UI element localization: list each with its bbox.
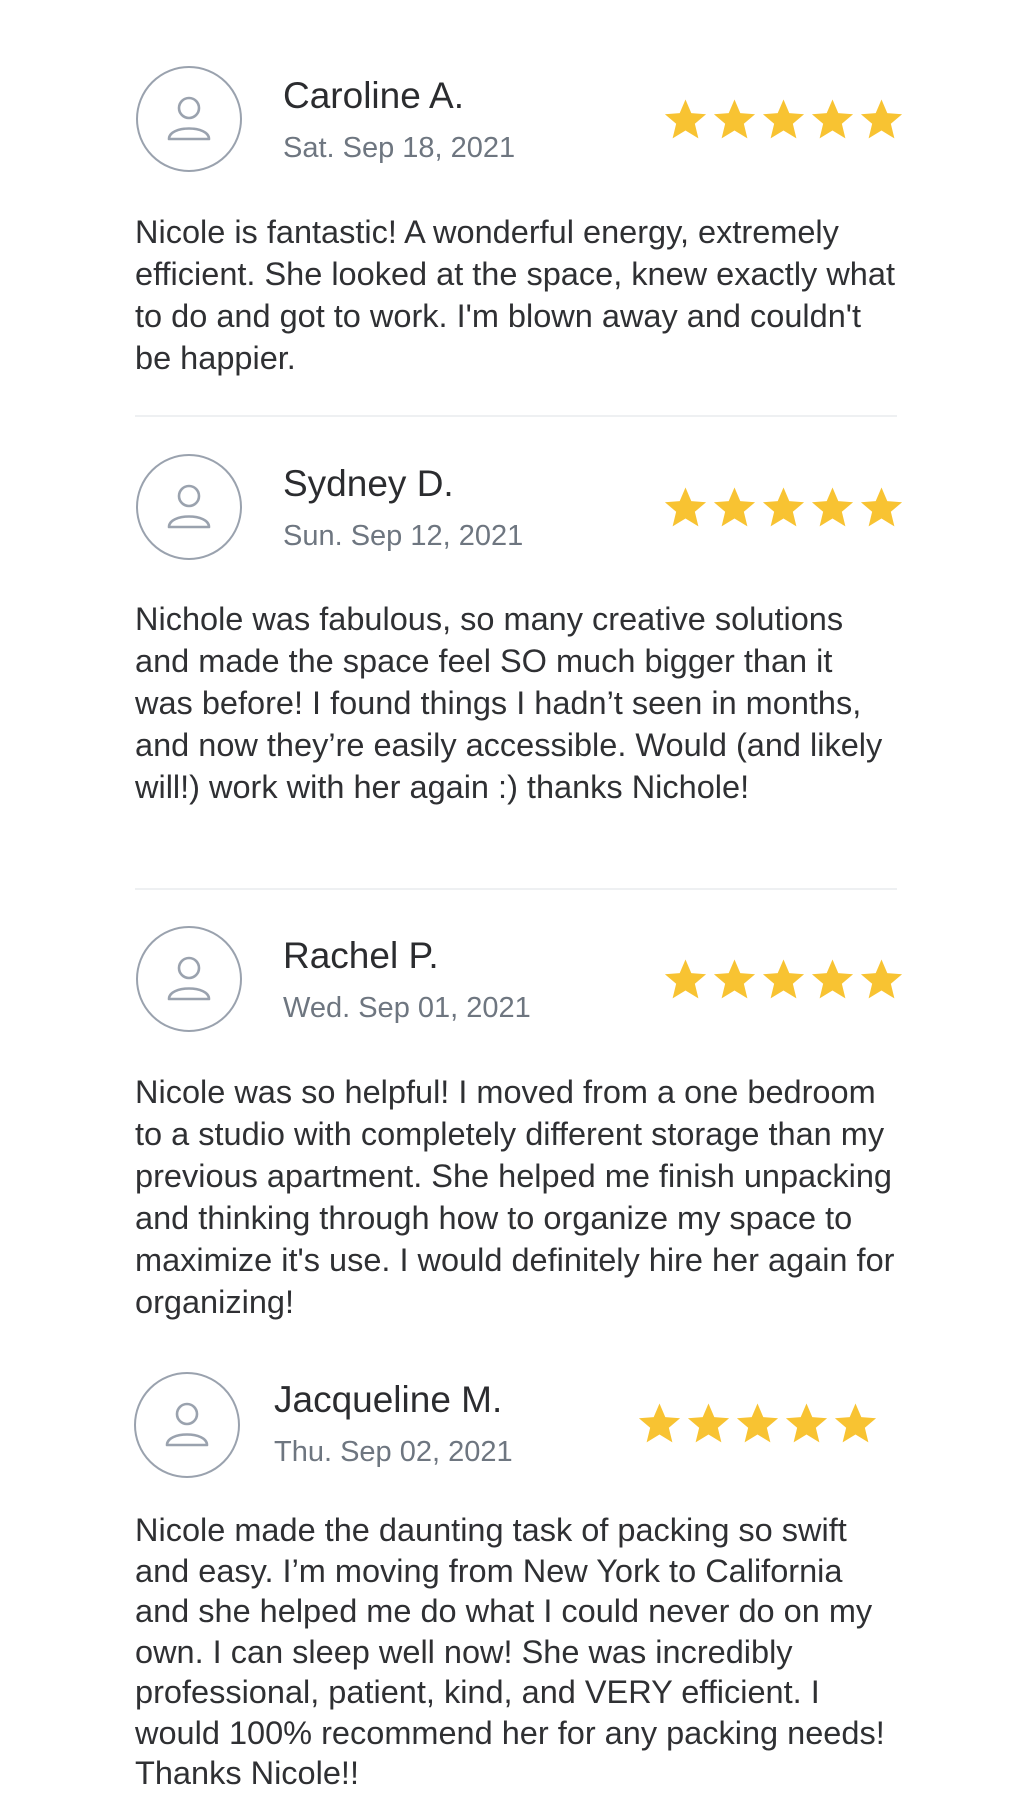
star-icon [762,959,805,999]
star-icon [785,1403,828,1443]
divider [135,415,897,417]
reviewer-avatar [136,66,242,172]
user-icon [167,956,211,1001]
reviewer-avatar [134,1372,240,1478]
review-text: Nichole was fabulous, so many creative s… [135,601,883,805]
star-rating [663,98,904,141]
reviewer-avatar [136,454,242,560]
star-rating [637,1402,878,1445]
star-icon [664,487,707,527]
review-date: Wed. Sep 01, 2021 [283,992,531,1024]
user-icon [167,96,211,141]
reviewer-name: Caroline A. [283,75,464,116]
user-icon [167,484,211,529]
star-icon [713,487,756,527]
star-rating [663,958,904,1001]
star-icon [860,99,903,139]
review-text: Nicole made the daunting task of packing… [135,1512,885,1791]
star-icon [762,99,805,139]
star-icon [687,1403,730,1443]
star-icon [713,959,756,999]
star-icon [713,99,756,139]
star-icon [834,1403,877,1443]
divider [135,888,897,890]
review-date: Thu. Sep 02, 2021 [274,1436,513,1468]
review-date: Sat. Sep 18, 2021 [283,132,516,164]
reviewer-name: Sydney D. [283,463,454,504]
star-rating [663,486,904,529]
star-icon [811,487,854,527]
star-icon [811,959,854,999]
review-text: Nicole was so helpful! I moved from a on… [135,1074,895,1320]
user-icon [165,1402,209,1447]
review-date: Sun. Sep 12, 2021 [283,520,524,552]
reviewer-name: Jacqueline M. [274,1379,503,1420]
star-icon [811,99,854,139]
reviewer-avatar [136,926,242,1032]
star-icon [664,959,707,999]
star-icon [762,487,805,527]
review-text: Nicole is fantastic! A wonderful energy,… [135,214,895,376]
star-icon [638,1403,681,1443]
reviewer-name: Rachel P. [283,935,439,976]
star-icon [860,959,903,999]
star-icon [664,99,707,139]
review-list: Caroline A. Sat. Sep 18, 2021 Nicole is … [0,0,1024,1820]
star-icon [860,487,903,527]
star-icon [736,1403,779,1443]
